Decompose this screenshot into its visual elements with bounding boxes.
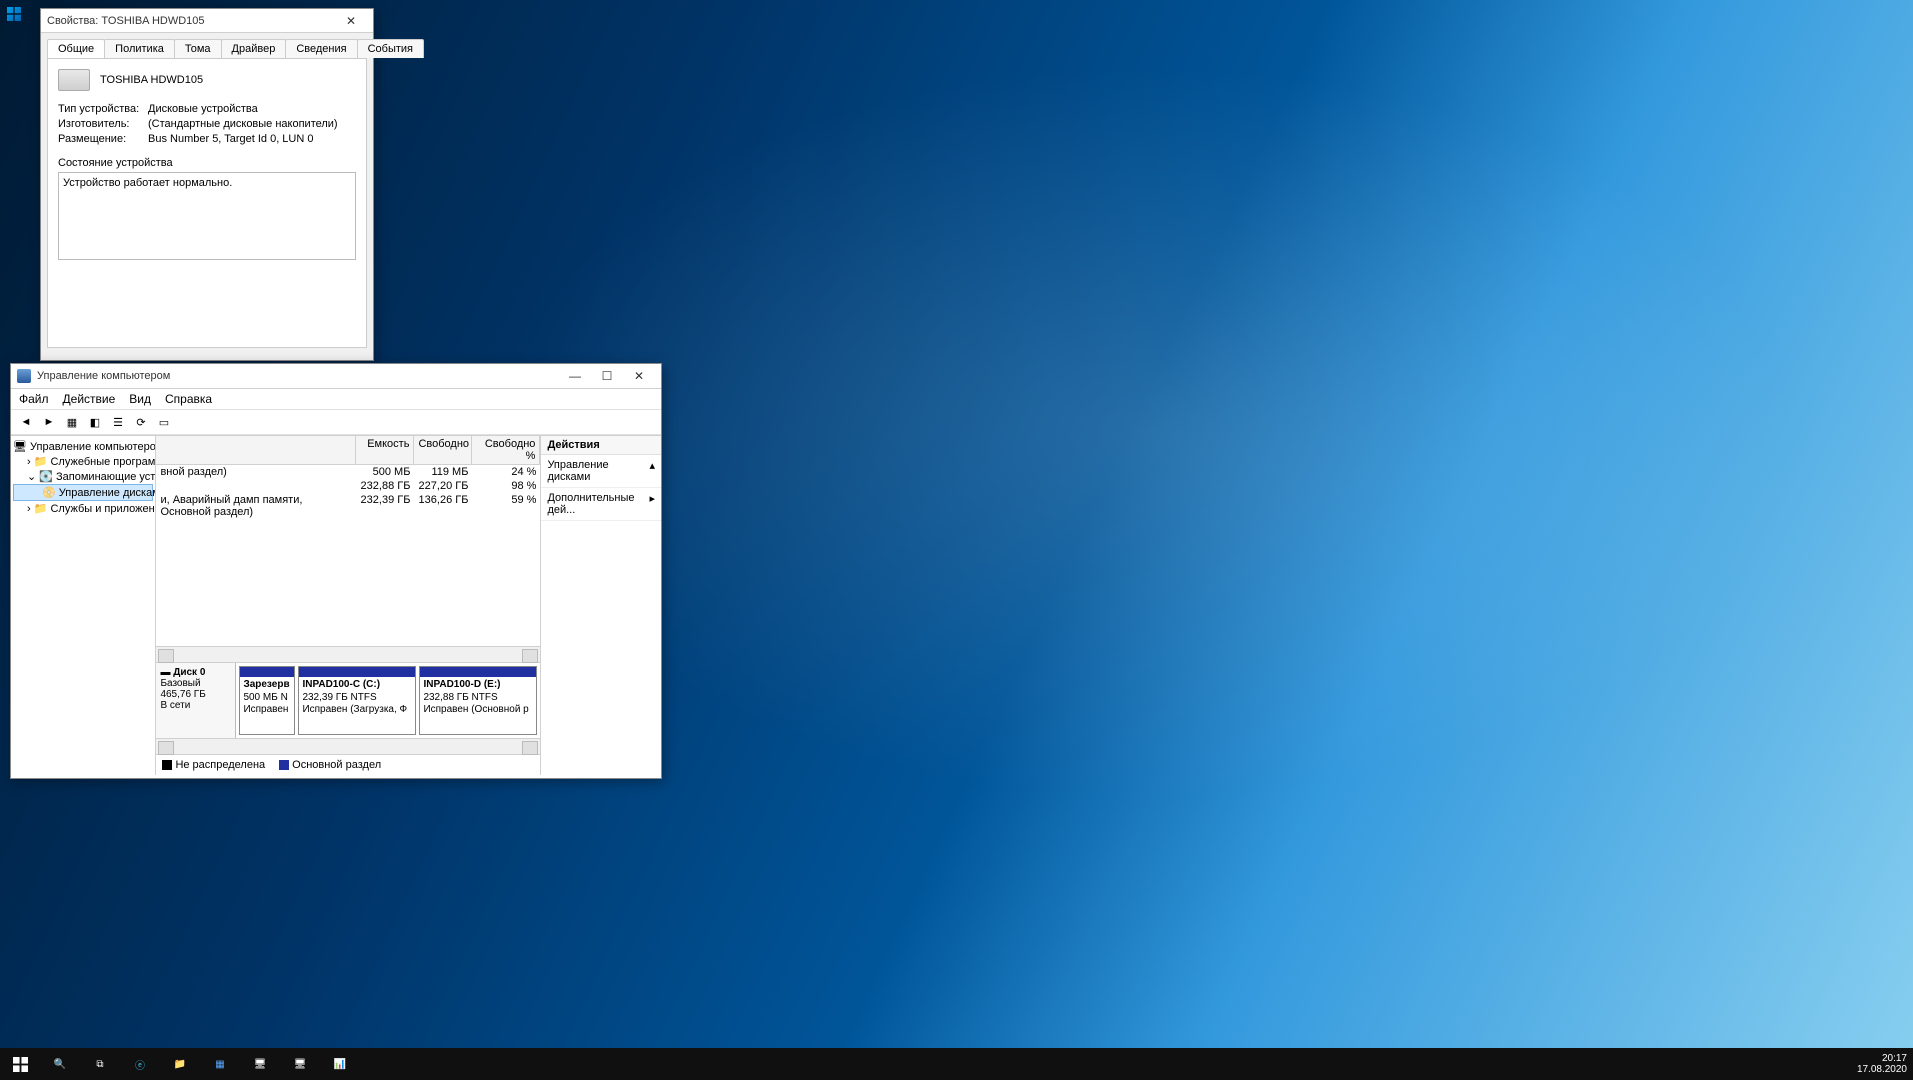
tb-icon[interactable]: ▭ (154, 412, 174, 432)
partition[interactable]: Зарезерв500 МБ NИсправен (239, 666, 295, 735)
main-pane: Емкость Свободно Свободно % вной раздел)… (156, 436, 540, 775)
tab-policy[interactable]: Политика (104, 39, 175, 58)
device-state-text[interactable] (58, 172, 356, 260)
app-icon[interactable]: 🖥 (280, 1048, 320, 1080)
tab-volumes[interactable]: Тома (174, 39, 222, 58)
partition[interactable]: INPAD100-D (E:)232,88 ГБ NTFSИсправен (О… (419, 666, 537, 735)
legend-unallocated: Не распределена (175, 759, 265, 771)
action-disk-management[interactable]: Управление дисками▴ (541, 455, 661, 488)
search-icon[interactable]: 🔍 (40, 1048, 80, 1080)
volume-row[interactable]: 232,88 ГБ227,20 ГБ98 % (156, 479, 540, 493)
tab-driver[interactable]: Драйвер (221, 39, 287, 58)
tree-node-storage[interactable]: ⌄ 💽 Запоминающие устройст (13, 469, 153, 484)
value-mfr: (Стандартные дисковые накопители) (148, 118, 338, 130)
volume-row[interactable]: вной раздел)500 МБ119 МБ24 % (156, 465, 540, 479)
titlebar[interactable]: Свойства: TOSHIBA HDWD105 ✕ (41, 9, 373, 33)
tree-pane[interactable]: 🖥 Управление компьютером (л › 📁 Служебны… (11, 436, 156, 775)
edge-icon[interactable]: ⓔ (120, 1048, 160, 1080)
tb-icon[interactable]: ▦ (62, 412, 82, 432)
partition[interactable]: INPAD100-C (C:)232,39 ГБ NTFSИсправен (З… (298, 666, 416, 735)
col-capacity[interactable]: Емкость (356, 436, 414, 464)
tb-icon[interactable]: ◧ (85, 412, 105, 432)
start-button[interactable] (0, 1048, 40, 1080)
menubar: Файл Действие Вид Справка (11, 389, 661, 409)
window-title: Управление компьютером (37, 370, 559, 382)
close-button[interactable]: ✕ (623, 365, 655, 387)
label-loc: Размещение: (58, 133, 148, 145)
horizontal-scrollbar[interactable] (156, 738, 540, 754)
app-icon[interactable]: 📊 (320, 1048, 360, 1080)
toolbar: ◄ ► ▦ ◧ ☰ ⟳ ▭ (11, 409, 661, 435)
disk-info[interactable]: ▬ Диск 0 Базовый 465,76 ГБ В сети (156, 663, 236, 738)
back-icon[interactable]: ◄ (16, 412, 36, 432)
tb-icon[interactable]: ☰ (108, 412, 128, 432)
app-icon (17, 369, 31, 383)
actions-pane: Действия Управление дисками▴ Дополнитель… (540, 436, 661, 775)
close-button[interactable]: ✕ (335, 10, 367, 32)
titlebar[interactable]: Управление компьютером — ☐ ✕ (11, 364, 661, 389)
actions-title: Действия (541, 436, 661, 455)
col-free[interactable]: Свободно (414, 436, 472, 464)
tree-root[interactable]: 🖥 Управление компьютером (л (13, 439, 153, 454)
col-free-pct[interactable]: Свободно % (472, 436, 540, 464)
tree-node-disk-management[interactable]: 📀 Управление дисками (13, 484, 153, 501)
menu-view[interactable]: Вид (129, 392, 151, 406)
taskbar: 🔍 ⧉ ⓔ 📁 ▦ 🖥 🖥 📊 20:17 17.08.2020 (0, 1048, 1913, 1080)
state-label: Состояние устройства (58, 157, 356, 169)
disk-map: ▬ Диск 0 Базовый 465,76 ГБ В сети Зарезе… (156, 662, 540, 738)
device-properties-window: Свойства: TOSHIBA HDWD105 ✕ Общие Полити… (40, 8, 374, 361)
disk-icon (58, 69, 90, 91)
tree-node-services[interactable]: › 📁 Службы и приложения (13, 501, 153, 516)
tab-general[interactable]: Общие (47, 39, 105, 58)
window-title: Свойства: TOSHIBA HDWD105 (47, 15, 335, 27)
app-icon[interactable]: ▦ (200, 1048, 240, 1080)
tabs: Общие Политика Тома Драйвер Сведения Соб… (41, 33, 373, 58)
task-view-icon[interactable]: ⧉ (80, 1048, 120, 1080)
tab-details[interactable]: Сведения (285, 39, 357, 58)
volume-header[interactable]: Емкость Свободно Свободно % (156, 436, 540, 465)
value-loc: Bus Number 5, Target Id 0, LUN 0 (148, 133, 314, 145)
refresh-icon[interactable]: ⟳ (131, 412, 151, 432)
legend-primary: Основной раздел (292, 759, 381, 771)
system-tray[interactable]: 20:17 17.08.2020 (1857, 1053, 1913, 1075)
label-mfr: Изготовитель: (58, 118, 148, 130)
legend: Не распределена Основной раздел (156, 754, 540, 775)
volume-row[interactable]: и, Аварийный дамп памяти, Основной разде… (156, 493, 540, 519)
value-type: Дисковые устройства (148, 103, 258, 115)
app-icon[interactable]: 🖥 (240, 1048, 280, 1080)
maximize-button[interactable]: ☐ (591, 365, 623, 387)
computer-management-window: Управление компьютером — ☐ ✕ Файл Действ… (10, 363, 662, 779)
menu-action[interactable]: Действие (63, 392, 116, 406)
action-more[interactable]: Дополнительные дей...▸ (541, 488, 661, 521)
device-name: TOSHIBA HDWD105 (100, 74, 203, 86)
horizontal-scrollbar[interactable] (156, 646, 540, 662)
label-type: Тип устройства: (58, 103, 148, 115)
taskbar-clock[interactable]: 20:17 17.08.2020 (1857, 1053, 1907, 1075)
forward-icon[interactable]: ► (39, 412, 59, 432)
minimize-button[interactable]: — (559, 365, 591, 387)
tab-events[interactable]: События (357, 39, 424, 58)
menu-help[interactable]: Справка (165, 392, 212, 406)
explorer-icon[interactable]: 📁 (160, 1048, 200, 1080)
tab-body: TOSHIBA HDWD105 Тип устройства:Дисковые … (47, 58, 367, 348)
menu-file[interactable]: Файл (19, 392, 49, 406)
tree-node-utilities[interactable]: › 📁 Служебные программы (13, 454, 153, 469)
